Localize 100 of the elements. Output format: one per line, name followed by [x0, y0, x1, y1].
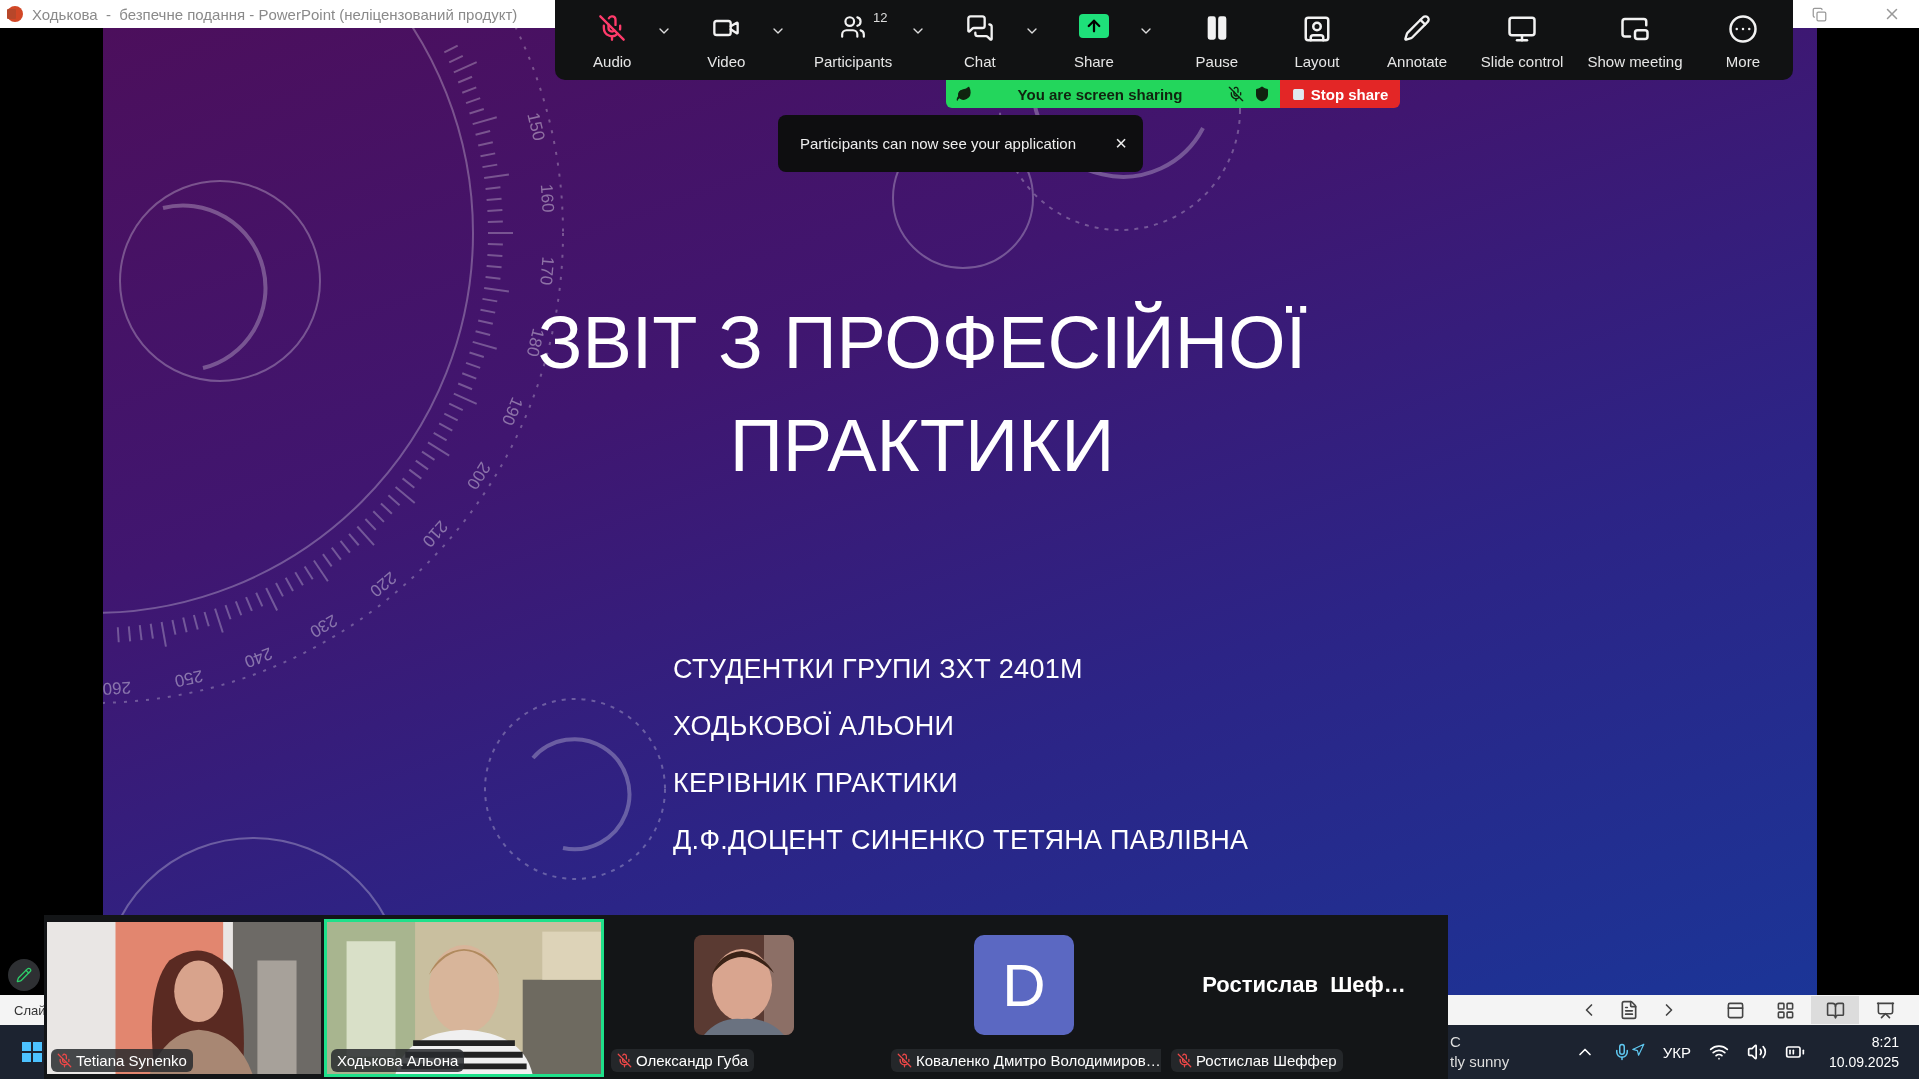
toolbar-button[interactable]: Show meeting — [1577, 4, 1693, 76]
leaf-icon — [956, 86, 972, 102]
dial-label: 230 — [306, 610, 341, 642]
grid-icon — [1775, 1000, 1795, 1020]
square-icon — [1291, 87, 1305, 101]
participant-display-name: Ростислав Шеф… — [1202, 972, 1406, 998]
dial-tick — [481, 163, 499, 169]
location-arrow-icon[interactable] — [1630, 1043, 1645, 1057]
dial-tick — [486, 243, 504, 246]
video-tile[interactable]: D Коваленко Дмитро Володимиров… — [884, 919, 1164, 1077]
dial-label: 220 — [366, 567, 400, 601]
toolbar-button[interactable]: Chat — [938, 4, 1022, 76]
wifi-icon[interactable] — [1708, 1042, 1729, 1062]
document-icon — [1619, 1000, 1639, 1020]
dial-tick — [486, 209, 504, 212]
windows-logo-icon[interactable] — [22, 1042, 42, 1062]
dial-tick — [461, 86, 478, 94]
dial-tick — [294, 571, 304, 587]
clock-date: 10.09.2025 — [1828, 1053, 1899, 1072]
pencil-icon — [16, 967, 32, 983]
toolbar-button[interactable]: More — [1692, 4, 1793, 76]
shield-icon — [1254, 86, 1270, 102]
dial-tick — [443, 44, 459, 54]
dial-tick — [149, 622, 154, 640]
dial-tick — [485, 265, 503, 269]
participant-name: Ходькова Альона — [337, 1052, 459, 1069]
dial-tick — [234, 600, 243, 617]
participant-count: 12 — [873, 10, 888, 25]
video-tile[interactable]: Ростислав Шеф… Ростислав Шеффер — [1164, 919, 1444, 1077]
stop-share-button[interactable]: Stop share — [1280, 80, 1400, 108]
close-button[interactable]: × — [1115, 132, 1127, 155]
chat-icon — [965, 14, 994, 42]
dial-tick — [477, 141, 494, 147]
dial-tick — [138, 624, 143, 642]
reading-view-button[interactable] — [1811, 996, 1859, 1024]
share-icon — [1078, 14, 1109, 38]
dial-tick — [160, 621, 167, 648]
sharing-status: You are screen sharing — [1016, 85, 1184, 103]
restore-icon[interactable] — [1812, 6, 1827, 22]
dial-tick — [479, 152, 497, 158]
slide-subtitle: Д.Ф.ДОЦЕНТ СИНЕНКО ТЕТЯНА ПАВЛІВНА — [673, 824, 1250, 857]
presentation-icon — [1875, 1000, 1895, 1020]
participant-name: Tetiana Synenko — [76, 1052, 187, 1069]
dial-tick — [414, 459, 430, 471]
volume-icon[interactable] — [1746, 1042, 1767, 1062]
dial-tick — [484, 186, 502, 190]
dial-tick — [438, 422, 454, 432]
pencil-icon — [1403, 14, 1432, 42]
dial-label: 210 — [418, 516, 452, 551]
dial-tick — [461, 372, 478, 380]
dial-tick — [127, 625, 132, 643]
toolbar-button[interactable]: Layout — [1266, 4, 1367, 76]
dial-label: 150 — [523, 110, 549, 143]
slide-title: ПРАКТИКИ — [729, 403, 1115, 489]
dial-tick — [443, 412, 459, 422]
toolbar-button[interactable]: Pause — [1166, 4, 1267, 76]
dial-tick — [481, 297, 499, 303]
dial-tick — [203, 610, 210, 628]
people-icon — [840, 14, 867, 40]
language-indicator[interactable]: УКР — [1662, 1043, 1691, 1061]
dial-tick — [483, 173, 510, 180]
participant-name: Коваленко Дмитро Володимиров… — [916, 1052, 1161, 1069]
dial-tick — [245, 596, 253, 612]
video-tile[interactable]: Tetiana Synenko — [44, 919, 324, 1077]
toolbar-button[interactable]: Annotate — [1367, 4, 1468, 76]
slide-subtitle: СТУДЕНТКИ ГРУПИ ЗХТ 2401М — [673, 653, 1084, 686]
avatar: D — [974, 935, 1074, 1035]
dial-label: 190 — [497, 394, 527, 429]
dial-tick — [171, 618, 177, 636]
dial-tick — [372, 510, 385, 523]
dial-tick — [339, 539, 351, 554]
app-logo-icon — [6, 5, 24, 23]
dial-label: 160 — [536, 183, 558, 214]
dial-tick — [487, 232, 514, 234]
clock-time: 8:21 — [1871, 1033, 1899, 1052]
toolbar-button[interactable]: Slide control — [1467, 4, 1578, 76]
dial-tick — [486, 220, 504, 223]
toolbar-button[interactable]: Share — [1052, 4, 1136, 76]
monitor-icon — [1507, 14, 1538, 44]
dial-label: 240 — [241, 643, 275, 672]
dial-label: 200 — [462, 458, 495, 493]
toolbar-button[interactable]: Video — [685, 4, 768, 76]
dial-tick — [465, 97, 482, 105]
dial-label: 170 — [536, 255, 558, 286]
slide-subtitle: КЕРІВНИК ПРАКТИКИ — [673, 767, 959, 800]
dial-label: 260 — [103, 677, 132, 699]
video-tile[interactable]: Олександр Губа — [604, 919, 884, 1077]
dial-tick — [485, 197, 503, 201]
pen-button[interactable] — [8, 959, 40, 991]
dial-tick — [116, 626, 120, 644]
dial-tick — [484, 276, 502, 280]
toolbar-button[interactable]: 12 Participants — [799, 4, 908, 76]
video-tile[interactable]: Ходькова Альона — [324, 919, 604, 1077]
dial-tick — [284, 576, 294, 592]
panel-icon — [1725, 1000, 1745, 1020]
dial-tick — [486, 254, 504, 257]
dial-tick — [474, 130, 492, 136]
toolbar-button[interactable]: Audio — [571, 4, 654, 76]
dial-label: 250 — [172, 666, 205, 691]
dial-tick — [479, 308, 497, 314]
